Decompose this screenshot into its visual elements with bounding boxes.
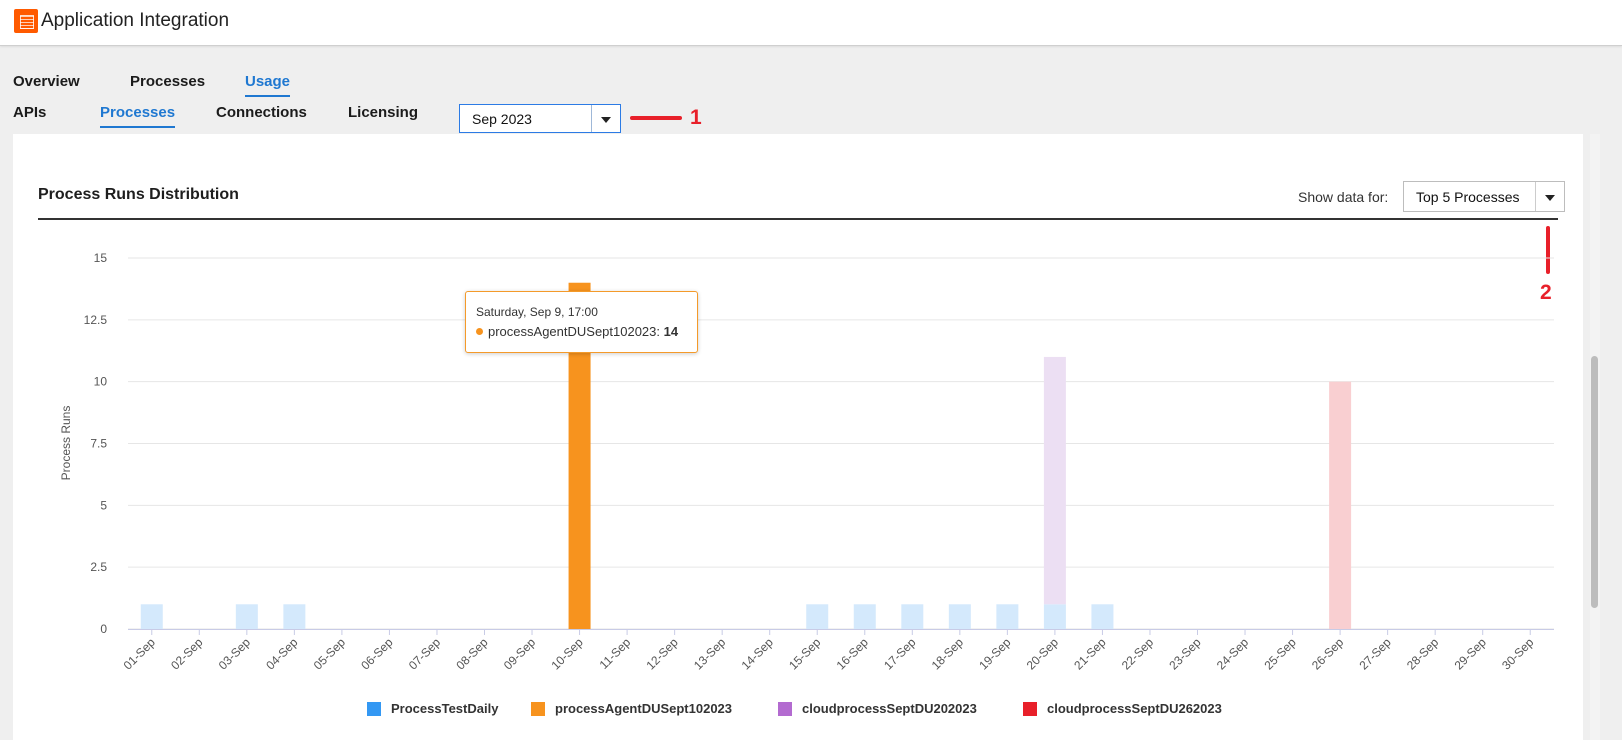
legend-swatch [531, 702, 545, 716]
y-tick-label: 15 [94, 251, 108, 265]
x-tick-label: 27-Sep [1356, 635, 1393, 672]
tooltip-series: processAgentDUSept102023 [488, 324, 657, 339]
x-tick-label: 28-Sep [1404, 635, 1441, 672]
bar [996, 604, 1019, 629]
x-tick-label: 17-Sep [881, 635, 918, 672]
legend-label: cloudprocessSeptDU262023 [1047, 701, 1222, 716]
x-tick-label: 14-Sep [739, 635, 776, 672]
bar [948, 604, 971, 629]
scrollbar-thumb[interactable] [1591, 356, 1598, 608]
process-runs-chart: 0 2.5 5 7.5 10 12.5 15 Process Runs 01-Sep 02-Sep… [59, 251, 1554, 672]
x-tick-label: 15-Sep [786, 635, 823, 672]
bar [901, 604, 924, 629]
x-tick-label: 03-Sep [216, 635, 253, 672]
bar [140, 604, 163, 629]
y-tick-label: 10 [94, 375, 108, 389]
legend-label: processAgentDUSept102023 [555, 701, 733, 716]
x-tick-label: 05-Sep [311, 635, 348, 672]
bar [1043, 604, 1066, 629]
bar [283, 604, 306, 629]
legend-swatch [1023, 702, 1037, 716]
x-tick-label: 26-Sep [1309, 635, 1346, 672]
chart-tooltip: Saturday, Sep 9, 17:00 processAgentDUSep… [465, 291, 698, 353]
tooltip-value: 14 [663, 324, 679, 339]
legend-swatch [778, 702, 792, 716]
bar [1043, 356, 1066, 605]
x-tick-label: 25-Sep [1261, 635, 1298, 672]
x-tick-label: 10-Sep [548, 635, 585, 672]
x-tick-label: 07-Sep [406, 635, 443, 672]
x-tick-label: 02-Sep [168, 635, 205, 672]
x-tick-label: 04-Sep [263, 635, 300, 672]
x-tick-label: 22-Sep [1119, 635, 1156, 672]
x-tick-label: 19-Sep [976, 635, 1013, 672]
tooltip-line: processAgentDUSept102023: 14 [476, 324, 678, 339]
x-tick-label: 30-Sep [1499, 635, 1536, 672]
legend-swatch [367, 702, 381, 716]
x-tick-label: 24-Sep [1214, 635, 1251, 672]
x-tick-label: 18-Sep [929, 635, 966, 672]
y-tick-label: 2.5 [90, 560, 107, 574]
x-tick-label: 21-Sep [1071, 635, 1108, 672]
y-tick-label: 7.5 [90, 437, 107, 451]
bar [1091, 604, 1114, 629]
bar [1329, 381, 1352, 629]
legend-label: cloudprocessSeptDU202023 [802, 701, 977, 716]
x-tick-label: 08-Sep [453, 635, 490, 672]
x-tick-label: 13-Sep [691, 635, 728, 672]
x-tick-label: 16-Sep [834, 635, 871, 672]
y-axis-label: Process Runs [59, 406, 73, 481]
x-tick-label: 23-Sep [1166, 635, 1203, 672]
y-tick-label: 0 [100, 622, 107, 636]
tooltip-date: Saturday, Sep 9, 17:00 [476, 305, 598, 319]
y-tick-label: 5 [100, 498, 107, 512]
x-tick-label: 01-Sep [121, 635, 158, 672]
x-tick-label: 09-Sep [501, 635, 538, 672]
y-tick-label: 12.5 [84, 313, 108, 327]
bar [235, 604, 258, 629]
x-tick-label: 20-Sep [1024, 635, 1061, 672]
x-tick-label: 29-Sep [1452, 635, 1489, 672]
series-dot-icon [476, 328, 483, 335]
bar [806, 604, 829, 629]
legend-label: ProcessTestDaily [391, 701, 499, 716]
x-tick-label: 12-Sep [643, 635, 680, 672]
x-tick-label: 06-Sep [358, 635, 395, 672]
x-tick-label: 11-Sep [597, 635, 634, 672]
bar [853, 604, 876, 629]
